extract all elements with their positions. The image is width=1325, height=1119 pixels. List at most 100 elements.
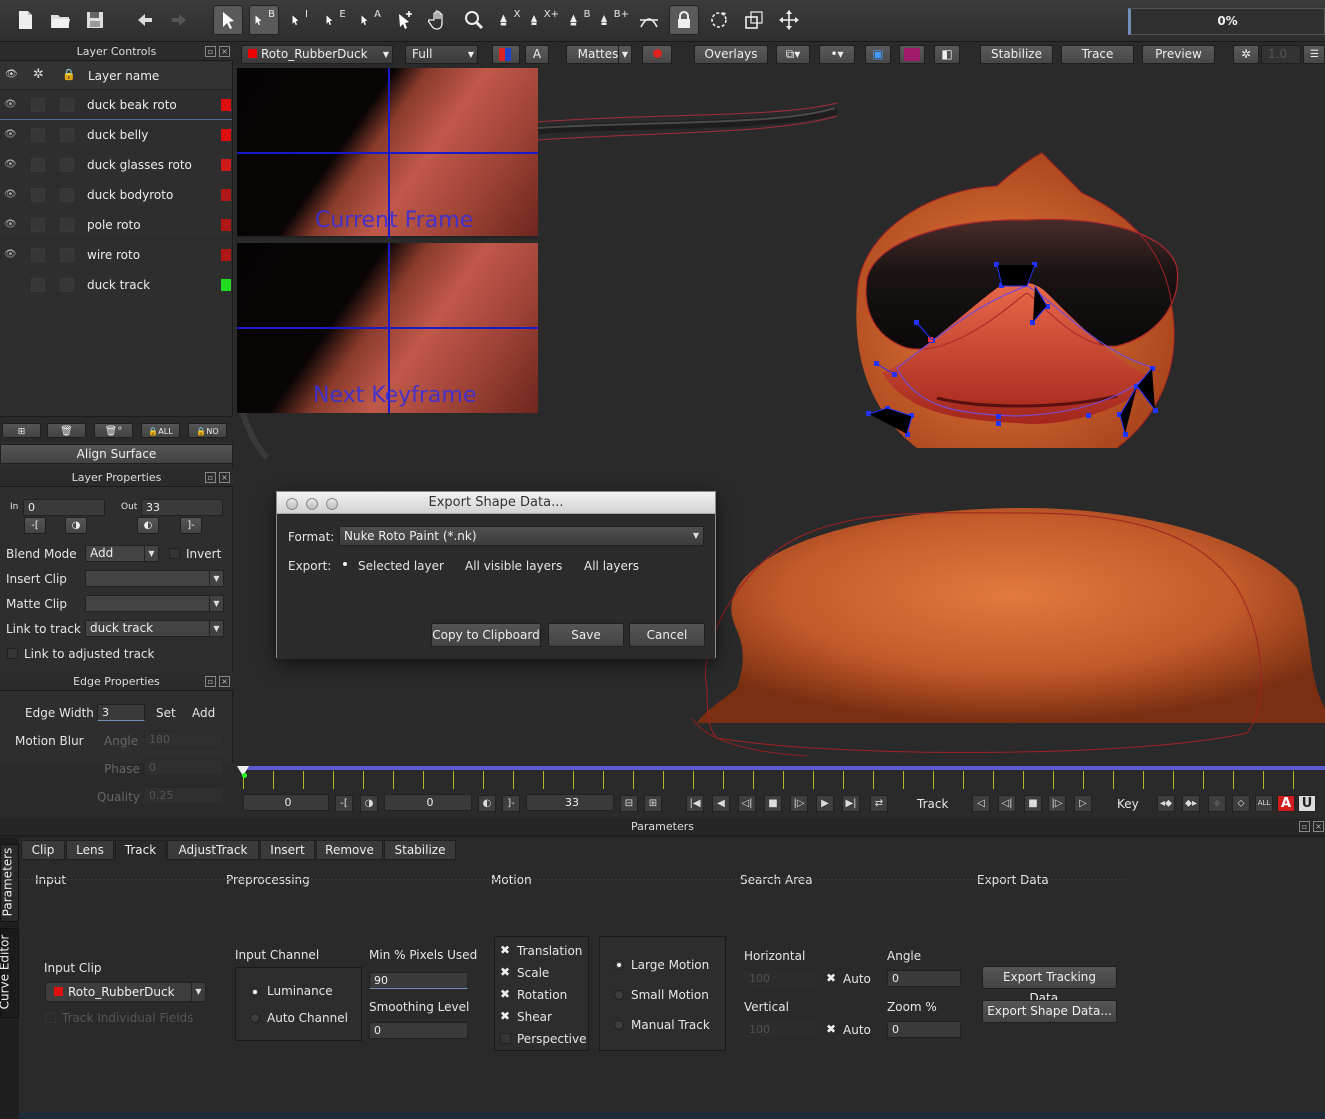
horizontal-auto-check[interactable]: ✖ [826,971,836,985]
layer-color-swatch[interactable] [221,219,231,231]
track-backward-icon[interactable]: ◁ [972,795,990,812]
timeline-end-field[interactable]: 33 [526,794,614,811]
visibility-icon[interactable] [4,279,18,291]
trace-button[interactable]: Trace [1061,45,1134,64]
undo-icon[interactable] [130,5,160,35]
lock-all-icon[interactable]: 🔒ALL [141,423,180,438]
layer-row[interactable]: 👁 wire roto [0,240,232,270]
side-tab-curve-editor[interactable]: Curve Editor [0,928,19,1018]
point-mode-icon[interactable]: •▾ [819,45,855,64]
layer-lock-checkbox[interactable] [60,128,74,142]
fit-range-icon[interactable]: ⊟ [620,795,638,812]
redo-icon[interactable] [164,5,194,35]
all-keys-icon[interactable]: ALL [1255,795,1273,812]
blend-mode-select[interactable]: Add ▼ [85,545,159,562]
blur-quality-field[interactable]: 0.25 [144,787,224,804]
goto-end-icon[interactable]: ▶| [842,795,860,812]
expand-range-icon[interactable]: ⊞ [644,795,662,812]
goto-in-icon[interactable]: ◑ [360,795,378,812]
matte-clip-select[interactable]: ▼ [85,595,224,612]
pen-b-icon[interactable]: B [564,5,594,35]
format-select[interactable]: Nuke Roto Paint (*.nk) ▼ [339,526,704,546]
export-option-radio[interactable] [448,560,458,570]
visibility-icon[interactable]: 👁 [4,189,18,201]
cancel-button[interactable]: Cancel [629,623,705,647]
motion-type-checkbox[interactable]: ✖ [500,965,510,979]
motion-type-checkbox[interactable]: ✖ [500,1009,510,1023]
tab-track[interactable]: Track [115,840,166,860]
goto-start-icon[interactable]: |◀ [686,795,704,812]
clip-selector[interactable]: Roto_RubberDuck ▼ [241,45,393,64]
next-key-icon[interactable]: ⬥▸ [1182,795,1200,812]
zoom-field[interactable]: 0 [887,1021,961,1038]
link-adjusted-checkbox[interactable] [7,648,18,659]
insert-clip-select[interactable]: ▼ [85,570,224,587]
blur-angle-field[interactable]: 180 [144,731,224,748]
close-window-button[interactable] [286,498,298,510]
add-edge-button[interactable]: Add [192,706,215,720]
layer-lock-checkbox[interactable] [60,218,74,232]
visibility-icon[interactable]: 👁 [4,219,18,231]
step-back-icon[interactable]: ◀ [712,795,730,812]
frame-box-icon[interactable]: ▣ [865,45,891,64]
save-icon[interactable] [80,5,110,35]
move-icon[interactable] [774,5,804,35]
layers-view-icon[interactable]: ⧉▾ [776,45,810,64]
tab-stabilize[interactable]: Stabilize [384,840,456,860]
tab-lens[interactable]: Lens [66,840,114,860]
current-frame-field[interactable]: 0 [384,794,472,811]
timeline-start-field[interactable]: 0 [243,794,329,811]
close-panel-icon[interactable]: × [1313,821,1324,832]
in-frame-field[interactable]: 0 [23,499,105,516]
open-folder-icon[interactable] [45,5,75,35]
zoom-icon[interactable] [459,5,489,35]
select-b-icon[interactable]: B [249,5,279,35]
layer-lock-checkbox[interactable] [60,98,74,112]
loop-icon[interactable]: ⇄ [870,795,888,812]
scale-icon[interactable] [739,5,769,35]
alpha-channel-button[interactable]: A [525,45,549,64]
save-button[interactable]: Save [548,623,624,647]
delete-keys-icon[interactable]: 🗑° [94,423,133,438]
delete-key-icon[interactable]: ⬦ [1232,795,1250,812]
select-i-icon[interactable]: I [284,5,314,35]
tab-clip[interactable]: Clip [21,840,65,860]
timeline-range-bar[interactable] [242,766,1325,770]
tab-insert[interactable]: Insert [260,840,315,860]
export-option-radio[interactable] [341,560,351,570]
autokey-icon[interactable]: A [1277,795,1295,812]
set-out-icon[interactable]: ]- [502,795,520,812]
layer-color-swatch[interactable] [221,279,231,291]
layer-option-checkbox[interactable] [31,248,45,262]
layer-color-swatch[interactable] [221,159,231,171]
close-panel-icon[interactable]: × [219,46,230,57]
mattes-dropdown[interactable]: ▼ [618,45,632,64]
sparkle-icon[interactable]: ✲ [1233,45,1259,64]
layer-row[interactable]: 👁 duck glasses roto [0,150,232,180]
motion-type-checkbox[interactable] [500,1033,511,1044]
goto-out-icon[interactable]: ◐ [478,795,496,812]
stabilize-button[interactable]: Stabilize [980,45,1053,64]
stop-icon[interactable]: ■ [764,795,782,812]
prev-key-icon[interactable]: ◂⬥ [1157,795,1175,812]
layer-option-checkbox[interactable] [31,278,45,292]
preview-button[interactable]: Preview [1142,45,1215,64]
export-tracking-data-button[interactable]: Export Tracking Data... [982,966,1117,1005]
tab-adjusttrack[interactable]: AdjustTrack [167,840,259,860]
vertical-auto-check[interactable]: ✖ [826,1022,836,1036]
opacity-field[interactable]: 1.0 [1261,45,1301,64]
select-e-icon[interactable]: E [320,5,350,35]
minimize-window-button[interactable] [306,498,318,510]
select-a-icon[interactable]: A [355,5,385,35]
track-stop-icon[interactable]: ■ [1024,795,1042,812]
close-panel-icon[interactable]: × [219,676,230,687]
layer-lock-checkbox[interactable] [60,188,74,202]
export-option-radio[interactable] [567,560,577,570]
layer-row[interactable]: 👁 duck beak roto [0,90,232,120]
layer-option-checkbox[interactable] [31,128,45,142]
invert-checkbox[interactable] [169,548,180,559]
layer-row[interactable]: 👁 duck belly [0,120,232,150]
visibility-icon[interactable]: 👁 [4,99,18,111]
pen-bplus-icon[interactable]: B+ [599,5,629,35]
play-backward-icon[interactable]: ◁| [738,795,756,812]
